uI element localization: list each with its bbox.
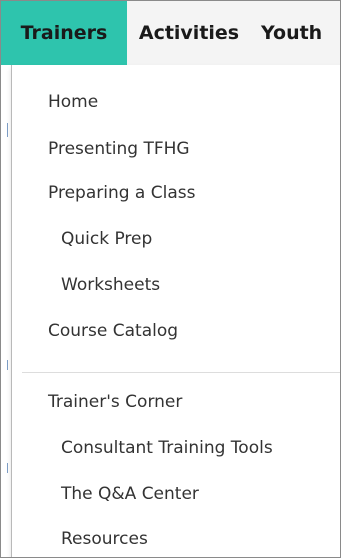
menu-item-worksheets[interactable]: Worksheets (61, 275, 160, 295)
tab-youth[interactable]: Youth (251, 1, 340, 65)
menu-screenshot: Trainers Activities Youth Home Presentin… (0, 0, 341, 558)
left-edge-mark (7, 463, 8, 473)
menu-separator (22, 372, 340, 373)
tab-trainers[interactable]: Trainers (1, 1, 127, 65)
menu-item-resources[interactable]: Resources (61, 529, 148, 549)
menu-item-trainers-corner[interactable]: Trainer's Corner (48, 392, 182, 412)
top-navigation: Trainers Activities Youth (1, 1, 340, 65)
left-edge-mark (7, 360, 8, 370)
menu-item-qa-center[interactable]: The Q&A Center (61, 484, 199, 504)
menu-item-presenting-tfhg[interactable]: Presenting TFHG (48, 139, 190, 159)
trainers-dropdown-menu: Home Presenting TFHG Preparing a Class Q… (11, 65, 340, 557)
menu-item-home[interactable]: Home (48, 92, 98, 112)
menu-item-consultant-training-tools[interactable]: Consultant Training Tools (61, 438, 273, 458)
tab-activities[interactable]: Activities (127, 1, 251, 65)
menu-item-quick-prep[interactable]: Quick Prep (61, 229, 152, 249)
page-behind-menu (1, 65, 11, 557)
menu-item-preparing-a-class[interactable]: Preparing a Class (48, 183, 195, 203)
menu-item-course-catalog[interactable]: Course Catalog (48, 321, 178, 341)
left-edge-mark (7, 123, 8, 137)
